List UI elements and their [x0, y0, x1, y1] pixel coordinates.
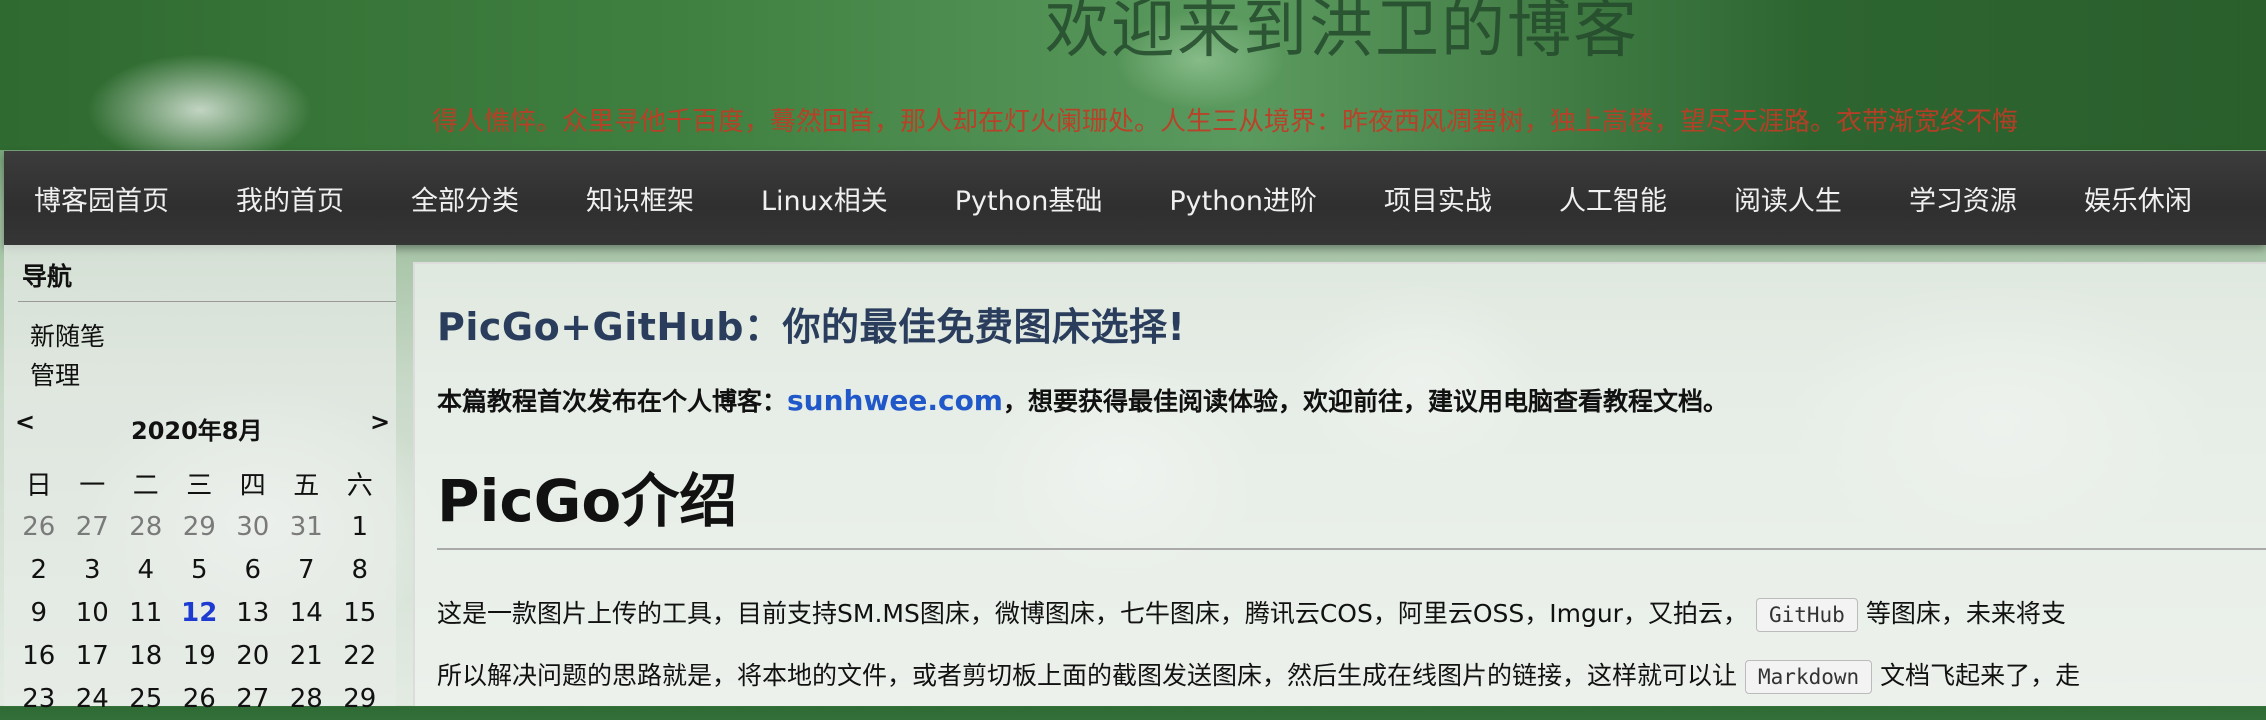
- calendar-week: 26 27 28 29 30 31 1: [12, 505, 387, 548]
- calendar-day: 13: [236, 597, 270, 628]
- calendar-day: 3: [83, 554, 101, 585]
- nav-item-reading[interactable]: 阅读人生: [1734, 179, 1842, 218]
- post-title-part1: PicGo+GitHub: [437, 305, 744, 349]
- nav-item-knowledge-framework[interactable]: 知识框架: [586, 179, 694, 218]
- nav-item-cnblogs-home[interactable]: 博客园首页: [34, 179, 169, 218]
- nav-item-my-home[interactable]: 我的首页: [236, 179, 344, 218]
- calendar: 日 一 二 三 四 五 六 26 27 28 29 30 31 1 2 3 4 …: [12, 462, 387, 720]
- calendar-week: 23 24 25 26 27 28 29: [12, 677, 387, 720]
- calendar-title: 2020年8月: [131, 417, 263, 445]
- calendar-day: 31: [289, 511, 323, 542]
- para2-text-after: 文档飞起来了，走: [1880, 661, 2081, 690]
- sidebar-divider: [18, 301, 396, 302]
- section-heading: PicGo介绍: [437, 467, 738, 535]
- calendar-day: 8: [351, 554, 369, 585]
- weekday-mon: 一: [79, 471, 106, 501]
- calendar-week: 16 17 18 19 20 21 22: [12, 634, 387, 677]
- calendar-week: 9 10 11 12 13 14 15: [12, 591, 387, 634]
- calendar-day: 28: [289, 683, 323, 714]
- calendar-day: 19: [182, 640, 216, 671]
- calendar-day: 10: [75, 597, 109, 628]
- blog-header: 欢迎来到洪卫的博客 得人憔悴。众里寻他千百度，蓦然回首，那人却在灯火阑珊处。人生…: [0, 0, 2266, 150]
- calendar-day: 2: [30, 554, 48, 585]
- post-title-part2: 你的最佳免费图床选择!: [782, 305, 1186, 349]
- weekday-fri: 五: [293, 471, 320, 501]
- calendar-day: 26: [22, 511, 56, 542]
- calendar-day: 23: [22, 683, 56, 714]
- calendar-day: 14: [289, 597, 323, 628]
- calendar-day: 30: [236, 511, 270, 542]
- calendar-day: 1: [351, 511, 369, 542]
- nav-item-ai[interactable]: 人工智能: [1559, 179, 1667, 218]
- post-content: PicGo+GitHub：你的最佳免费图床选择! 本篇教程首次发布在个人博客：s…: [413, 262, 2266, 706]
- post-title-separator: ：: [743, 305, 783, 349]
- paragraph-2: 所以解决问题的思路就是，将本地的文件，或者剪切板上面的截图发送图床，然后生成在线…: [437, 656, 2080, 694]
- calendar-day: 15: [343, 597, 377, 628]
- nav-item-all-categories[interactable]: 全部分类: [411, 179, 519, 218]
- calendar-day: 20: [236, 640, 270, 671]
- calendar-day: 26: [182, 683, 216, 714]
- calendar-day: 25: [129, 683, 163, 714]
- inline-code-markdown: Markdown: [1745, 660, 1873, 694]
- site-title[interactable]: 欢迎来到洪卫的博客: [1045, 0, 1639, 70]
- new-post-link[interactable]: 新随笔: [30, 317, 105, 353]
- para1-text-before: 这是一款图片上传的工具，目前支持SM.MS图床，微博图床，七牛图床，腾讯云COS…: [437, 599, 1748, 628]
- calendar-day: 18: [129, 640, 163, 671]
- calendar-day: 17: [75, 640, 109, 671]
- weekday-sun: 日: [25, 471, 52, 501]
- top-navigation: 博客园首页 我的首页 全部分类 知识框架 Linux相关 Python基础 Py…: [4, 151, 2266, 245]
- manage-link[interactable]: 管理: [30, 356, 80, 392]
- calendar-next-month[interactable]: >: [370, 408, 390, 436]
- nav-item-entertainment[interactable]: 娱乐休闲: [2084, 179, 2192, 218]
- calendar-prev-month[interactable]: <: [15, 408, 35, 436]
- calendar-day: 6: [244, 554, 262, 585]
- calendar-day: 29: [343, 683, 377, 714]
- calendar-day: 24: [75, 683, 109, 714]
- calendar-day: 27: [75, 511, 109, 542]
- sidebar-heading: 导航: [22, 262, 73, 291]
- calendar-day: 28: [129, 511, 163, 542]
- para1-text-after: 等图床，未来将支: [1865, 599, 2066, 628]
- weekday-tue: 二: [132, 471, 159, 501]
- intro-text-before: 本篇教程首次发布在个人博客：: [437, 387, 788, 416]
- nav-item-python-advanced[interactable]: Python进阶: [1169, 179, 1317, 218]
- heading-rule: [437, 548, 2266, 550]
- calendar-day: 22: [343, 640, 377, 671]
- post-title[interactable]: PicGo+GitHub：你的最佳免费图床选择!: [437, 296, 1185, 351]
- calendar-day: 7: [297, 554, 315, 585]
- paragraph-1: 这是一款图片上传的工具，目前支持SM.MS图床，微博图床，七牛图床，腾讯云COS…: [437, 594, 2066, 632]
- calendar-weekday-row: 日 一 二 三 四 五 六: [12, 462, 387, 505]
- calendar-day: 4: [137, 554, 155, 585]
- nav-item-resources[interactable]: 学习资源: [1909, 179, 2017, 218]
- calendar-week: 2 3 4 5 6 7 8: [12, 548, 387, 591]
- nav-item-linux[interactable]: Linux相关: [761, 179, 888, 218]
- calendar-day: 11: [129, 597, 163, 628]
- calendar-day: 27: [236, 683, 270, 714]
- blog-link[interactable]: sunhwee.com: [787, 384, 1003, 417]
- calendar-day: 5: [190, 554, 208, 585]
- weekday-sat: 六: [346, 471, 373, 501]
- inline-code-github: GitHub: [1755, 598, 1858, 632]
- post-intro: 本篇教程首次发布在个人博客：sunhwee.com，想要获得最佳阅读体验，欢迎前…: [437, 382, 1728, 418]
- para2-text-before: 所以解决问题的思路就是，将本地的文件，或者剪切板上面的截图发送图床，然后生成在线…: [437, 661, 1738, 690]
- calendar-day-today[interactable]: 12: [173, 591, 227, 634]
- weekday-thu: 四: [239, 471, 266, 501]
- site-subtitle: 得人憔悴。众里寻他千百度，蓦然回首，那人却在灯火阑珊处。人生三从境界：昨夜西风凋…: [432, 107, 2019, 137]
- intro-text-after: ，想要获得最佳阅读体验，欢迎前往，建议用电脑查看教程文档。: [1002, 387, 1728, 416]
- weekday-wed: 三: [186, 471, 213, 501]
- calendar-day: 16: [22, 640, 56, 671]
- calendar-day: 29: [182, 511, 216, 542]
- calendar-day: 9: [30, 597, 48, 628]
- calendar-day: 21: [289, 640, 323, 671]
- nav-item-projects[interactable]: 项目实战: [1384, 179, 1492, 218]
- nav-item-python-basics[interactable]: Python基础: [955, 179, 1103, 218]
